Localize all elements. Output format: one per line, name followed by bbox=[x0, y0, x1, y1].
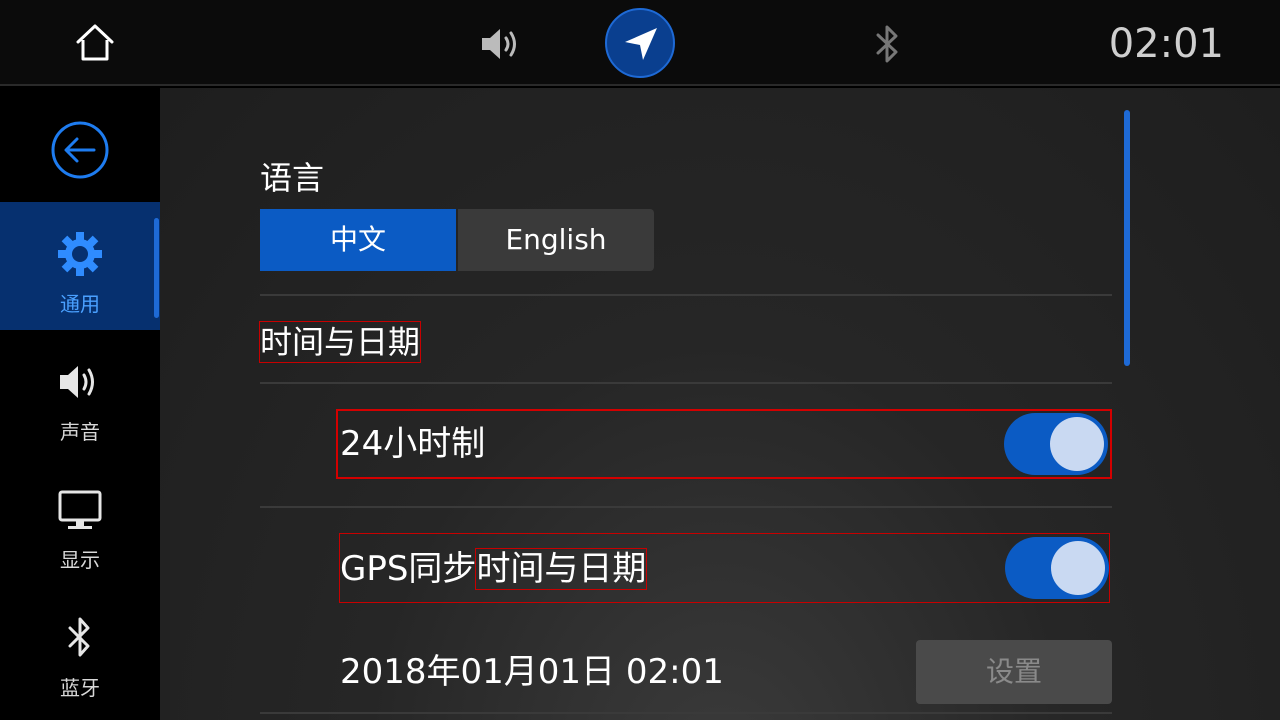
divider bbox=[260, 506, 1112, 508]
gps-sync-suffix: 时间与日期 bbox=[475, 548, 648, 590]
sidebar-item-display[interactable]: 显示 bbox=[0, 458, 160, 586]
toggle-knob bbox=[1050, 417, 1104, 471]
sidebar: 通用 声音 显示 蓝牙 bbox=[0, 88, 160, 720]
gear-icon bbox=[58, 232, 102, 276]
home-icon[interactable] bbox=[70, 18, 120, 68]
monitor-icon bbox=[58, 490, 102, 529]
sidebar-item-label: 蓝牙 bbox=[60, 676, 100, 700]
toggle-knob bbox=[1051, 541, 1105, 595]
back-arrow-icon bbox=[51, 121, 109, 179]
bluetooth-icon[interactable] bbox=[870, 22, 906, 66]
gps-sync-label: GPS同步时间与日期 bbox=[340, 548, 648, 590]
volume-icon[interactable] bbox=[478, 22, 528, 66]
settings-content[interactable]: 语言 中文 English 时间与日期 24小时制 GPS同步时间与日期 201… bbox=[160, 88, 1280, 720]
sidebar-item-label: 声音 bbox=[60, 420, 100, 444]
sidebar-item-sound[interactable]: 声音 bbox=[0, 330, 160, 458]
hour24-toggle[interactable] bbox=[1004, 413, 1108, 475]
divider bbox=[260, 382, 1112, 384]
top-status-bar: 02:01 bbox=[0, 0, 1280, 86]
sidebar-scroll-indicator bbox=[154, 218, 159, 318]
language-title: 语言 bbox=[260, 159, 325, 197]
sidebar-item-label: 显示 bbox=[60, 548, 100, 572]
divider bbox=[260, 712, 1112, 714]
bluetooth-icon bbox=[68, 617, 90, 657]
gps-sync-row[interactable]: GPS同步时间与日期 bbox=[339, 533, 1110, 603]
language-option-english[interactable]: English bbox=[458, 209, 654, 271]
datetime-title: 时间与日期 bbox=[258, 321, 422, 363]
sidebar-item-general[interactable]: 通用 bbox=[0, 202, 160, 330]
gps-sync-prefix: GPS同步 bbox=[340, 549, 477, 589]
divider bbox=[260, 294, 1112, 296]
sidebar-item-label: 通用 bbox=[60, 292, 100, 316]
navigation-button[interactable] bbox=[605, 8, 675, 78]
navigation-arrow-icon bbox=[625, 28, 657, 60]
speaker-icon bbox=[60, 366, 94, 398]
language-option-chinese[interactable]: 中文 bbox=[260, 209, 456, 271]
hour24-row[interactable]: 24小时制 bbox=[336, 409, 1112, 479]
sidebar-item-bluetooth[interactable]: 蓝牙 bbox=[0, 586, 160, 714]
gps-sync-toggle[interactable] bbox=[1005, 537, 1109, 599]
back-button[interactable] bbox=[50, 120, 110, 180]
content-scrollbar[interactable] bbox=[1124, 110, 1130, 366]
hour24-label: 24小时制 bbox=[340, 424, 486, 464]
current-datetime: 2018年01月01日 02:01 bbox=[340, 652, 724, 692]
set-datetime-button[interactable]: 设置 bbox=[916, 640, 1112, 704]
clock: 02:01 bbox=[1108, 21, 1224, 67]
